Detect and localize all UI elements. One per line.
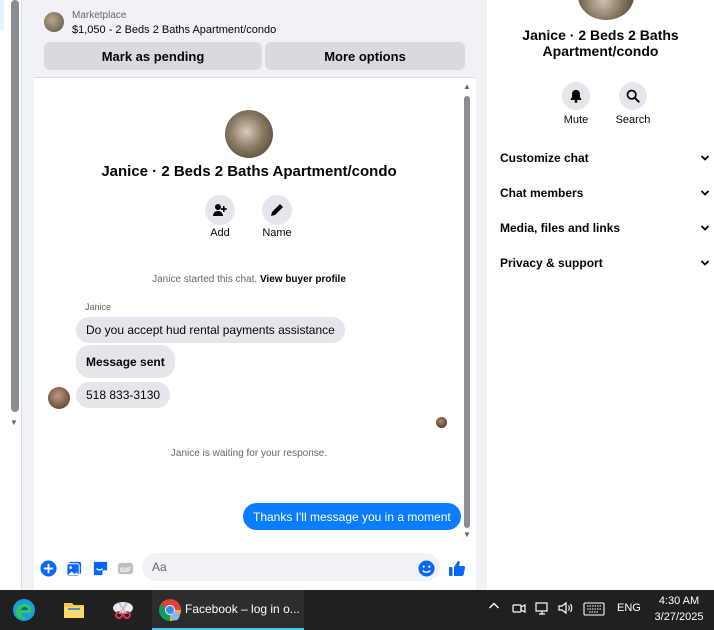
snipping-tool-icon [113,602,133,619]
more-options-button[interactable]: More options [265,42,465,70]
chat-started-text: Janice started this chat. [152,274,258,285]
show-hidden-icons-button[interactable] [488,600,500,615]
incoming-message[interactable]: Do you accept hud rental payments assist… [76,317,345,343]
plus-circle-icon [39,559,57,577]
mute-button[interactable] [562,82,590,110]
windows-taskbar: Facebook – log in o... ENG 4:30 AM 3/27/… [0,590,714,630]
sender-avatar[interactable] [48,387,70,409]
chevron-down-icon [700,190,710,196]
left-scroll-down-arrow[interactable]: ▼ [10,418,18,427]
chevron-down-icon [700,260,710,266]
chat-members-row[interactable]: Chat members [500,183,710,203]
waiting-notice: Janice is waiting for your response. [170,448,328,459]
speaker-icon [558,601,573,615]
conversation-panel: Marketplace $1,050 - 2 Beds 2 Baths Apar… [34,0,476,590]
more-actions-button[interactable] [39,559,57,577]
chat-started-line: Janice started this chat. View buyer pro… [34,274,464,285]
listing-title[interactable]: $1,050 - 2 Beds 2 Baths Apartment/condo [72,24,276,36]
left-panel-edge: ▼ [0,0,22,590]
search-icon [626,89,640,103]
edge-browser-icon [13,599,35,621]
mark-as-pending-button[interactable]: Mark as pending [44,42,262,70]
sidebar-chat-title: Janice · 2 Beds 2 Baths Apartment/condo [522,27,679,59]
search-button[interactable] [619,82,647,110]
section-label: Privacy & support [500,256,603,270]
bell-icon [570,89,582,103]
scrollbar-thumb[interactable] [464,96,470,528]
incoming-message[interactable]: Message sent [76,345,175,378]
thumbs-up-icon [449,561,466,576]
chat-info-sidebar: Janice · 2 Beds 2 Baths Apartment/condo … [487,0,714,590]
marketplace-listing-header: Marketplace $1,050 - 2 Beds 2 Baths Apar… [34,0,476,78]
chrome-icon [159,599,181,621]
mute-label: Mute [563,114,589,126]
keyboard-icon [583,602,605,616]
scroll-up-arrow[interactable]: ▲ [463,82,471,91]
chat-title: Janice · 2 Beds 2 Baths Apartment/condo [101,163,397,180]
gif-icon: GIF [117,562,133,574]
like-button[interactable] [448,559,466,577]
network-button[interactable] [535,601,551,618]
touch-keyboard-button[interactable] [583,602,605,619]
clock-date: 3/27/2025 [654,611,704,623]
customize-chat-row[interactable]: Customize chat [500,148,710,168]
privacy-support-row[interactable]: Privacy & support [500,253,710,273]
sticker-button[interactable] [91,559,109,577]
meet-now-button[interactable] [512,601,526,618]
gif-button[interactable]: GIF [116,559,134,577]
active-window-title: Facebook – log in o... [185,602,300,616]
scroll-down-arrow[interactable]: ▼ [463,530,471,539]
view-buyer-profile-link[interactable]: View buyer profile [260,274,346,285]
folder-icon [64,603,84,618]
file-explorer-taskbar-button[interactable] [62,598,86,622]
volume-button[interactable] [558,601,574,618]
sidebar-chat-avatar[interactable] [578,0,634,20]
edge-taskbar-button[interactable] [12,598,36,622]
add-person-button[interactable] [205,195,235,225]
listing-thumbnail[interactable] [44,12,64,32]
chevron-down-icon [700,155,710,161]
name-label: Name [262,227,292,239]
photo-icon [65,561,81,577]
section-label: Media, files and links [500,221,621,235]
snipping-tool-taskbar-button[interactable] [111,598,135,622]
sender-name: Janice [85,302,112,312]
section-label: Customize chat [500,151,589,165]
message-composer: GIF [34,550,476,590]
svg-text:GIF: GIF [119,566,130,573]
clock-time: 4:30 AM [658,595,700,607]
edit-name-button[interactable] [262,195,292,225]
chrome-taskbar-button[interactable]: Facebook – log in o... [152,590,304,630]
chat-scrollbar[interactable]: ▲ ▼ [463,82,471,542]
section-label: Chat members [500,186,584,200]
left-panel-highlight [0,0,4,30]
message-input[interactable] [142,553,440,581]
chrome-icon-wrapper [158,598,182,622]
seen-indicator-avatar [436,417,447,428]
listing-kicker: Marketplace [72,10,127,21]
add-label: Add [210,227,230,239]
left-scrollbar-thumb[interactable] [11,0,19,412]
pencil-icon [271,204,283,216]
system-clock[interactable]: 4:30 AM 3/27/2025 [648,593,710,625]
input-language[interactable]: ENG [617,602,641,614]
chat-avatar[interactable] [225,110,273,158]
media-files-links-row[interactable]: Media, files and links [500,218,710,238]
outgoing-message[interactable]: Thanks I'll message you in a moment [243,503,461,530]
chevron-up-icon [489,602,499,609]
emoji-icon [417,559,435,577]
network-icon [535,602,548,615]
attach-photo-button[interactable] [65,559,83,577]
incoming-message[interactable]: 518 833-3130 [76,382,171,408]
search-label: Search [615,114,651,126]
sticker-icon [93,561,107,575]
chevron-down-icon [700,225,710,231]
emoji-button[interactable] [417,559,435,577]
add-person-icon [213,204,227,216]
camera-icon [512,604,526,613]
